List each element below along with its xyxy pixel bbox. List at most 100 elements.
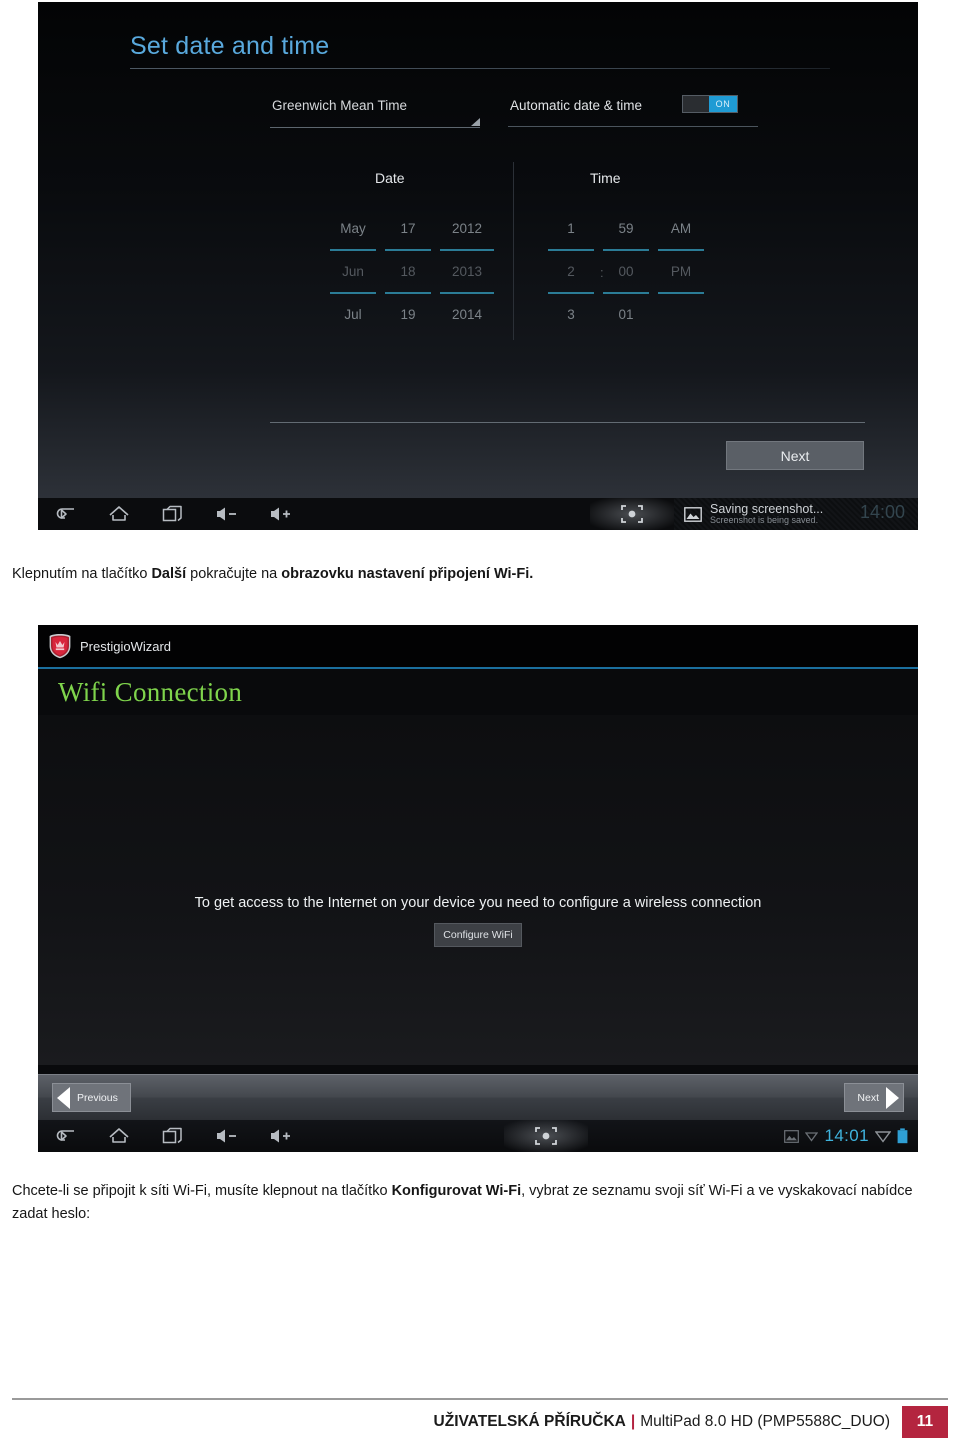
wheel-item[interactable]: 2013 bbox=[440, 251, 494, 292]
volume-up-icon[interactable] bbox=[254, 1120, 308, 1152]
caption-after-date-screenshot: Klepnutím na tlačítko Další pokračujte n… bbox=[12, 563, 942, 586]
wheel-item[interactable]: AM bbox=[658, 208, 704, 249]
page-footer: UŽIVATELSKÁ PŘÍRUČKA | MultiPad 8.0 HD (… bbox=[434, 1406, 948, 1438]
wizard-app-name: PrestigioWizard bbox=[80, 638, 172, 654]
wifi-connection-heading: Wifi Connection bbox=[58, 677, 243, 707]
wizard-footer-bar: Previous Next bbox=[38, 1074, 918, 1120]
volume-down-icon[interactable] bbox=[200, 498, 254, 530]
previous-button-label: Previous bbox=[77, 1091, 118, 1104]
screenshot-saving-toast[interactable]: Saving screenshot... Screenshot is being… bbox=[674, 498, 918, 530]
home-icon[interactable] bbox=[92, 1120, 146, 1152]
toggle-state-label: ON bbox=[708, 96, 737, 112]
content-divider bbox=[270, 422, 865, 423]
next-button[interactable]: Next bbox=[726, 441, 864, 470]
caption-after-wifi-screenshot: Chcete-li se připojit k síti Wi-Fi, musí… bbox=[12, 1180, 950, 1227]
wheel-item[interactable]: Jun bbox=[330, 251, 376, 292]
back-arrow-icon[interactable] bbox=[38, 1120, 92, 1152]
wheel-item[interactable]: 18 bbox=[385, 251, 431, 292]
triangle-left-icon bbox=[57, 1086, 70, 1109]
status-clock-faded: 14:00 bbox=[860, 502, 906, 522]
volume-down-icon[interactable] bbox=[200, 1120, 254, 1152]
wheel-item[interactable]: 1 bbox=[548, 208, 594, 249]
wheel-item[interactable]: 59 bbox=[603, 208, 649, 249]
wifi-small-icon bbox=[805, 1132, 819, 1142]
toast-text-block: Saving screenshot... Screenshot is being… bbox=[710, 501, 824, 526]
toggle-track-off bbox=[683, 96, 709, 112]
wheel-item[interactable]: Jul bbox=[330, 294, 376, 335]
manual-page: Set date and time Greenwich Mean Time Au… bbox=[0, 0, 960, 1443]
wheel-item[interactable]: 3 bbox=[548, 294, 594, 335]
title-divider bbox=[130, 68, 830, 69]
screenshot-wifi-connection: PrestigioWizard Wifi Connection To get a… bbox=[38, 625, 918, 1152]
image-icon bbox=[784, 1129, 800, 1143]
android-navigation-bar: 14:01 bbox=[38, 1120, 918, 1152]
automatic-date-time-row[interactable]: Automatic date & time ON bbox=[508, 95, 758, 127]
caption2-part1: Chcete-li se připojit k síti Wi-Fi, musí… bbox=[12, 1183, 392, 1199]
next-button[interactable]: Next bbox=[844, 1083, 904, 1112]
meridiem-wheel[interactable]: AM PM bbox=[658, 208, 704, 335]
wheel-item[interactable] bbox=[658, 294, 704, 335]
year-wheel[interactable]: 2012 2013 2014 bbox=[440, 208, 494, 335]
wheel-item[interactable]: 2014 bbox=[440, 294, 494, 335]
caption2-bold1: Konfigurovat Wi-Fi bbox=[391, 1183, 522, 1199]
caption1-bold2: obrazovku nastavení připojení Wi-Fi. bbox=[281, 566, 534, 582]
picker-divider bbox=[513, 162, 514, 340]
automatic-date-time-toggle[interactable]: ON bbox=[682, 95, 738, 113]
wheel-item[interactable]: May bbox=[330, 208, 376, 249]
status-clock: 14:01 bbox=[824, 1126, 870, 1145]
hour-wheel[interactable]: 1 2 3 bbox=[548, 208, 594, 335]
page-title: Set date and time bbox=[130, 32, 330, 60]
volume-up-icon[interactable] bbox=[254, 498, 308, 530]
timezone-value: Greenwich Mean Time bbox=[272, 98, 408, 113]
caption1-part1: Klepnutím na tlačítko bbox=[12, 566, 152, 582]
battery-icon bbox=[897, 1128, 908, 1144]
image-icon bbox=[684, 506, 702, 522]
page-number-badge: 11 bbox=[902, 1406, 948, 1438]
screenshot-set-date-and-time: Set date and time Greenwich Mean Time Au… bbox=[38, 2, 918, 530]
recent-apps-icon[interactable] bbox=[146, 498, 200, 530]
month-wheel[interactable]: May Jun Jul bbox=[330, 208, 376, 335]
wheel-item[interactable]: 2012 bbox=[440, 208, 494, 249]
footer-manual-label: UŽIVATELSKÁ PŘÍRUČKA bbox=[433, 1413, 626, 1430]
home-icon[interactable] bbox=[92, 498, 146, 530]
recent-apps-icon[interactable] bbox=[146, 1120, 200, 1152]
wheel-item[interactable]: PM bbox=[658, 251, 704, 292]
day-wheel[interactable]: 17 18 19 bbox=[385, 208, 431, 335]
automatic-date-time-label: Automatic date & time bbox=[510, 98, 643, 113]
screenshot-capture-icon[interactable] bbox=[590, 498, 674, 530]
title-bar-accent-rule bbox=[38, 667, 918, 669]
chevron-down-icon bbox=[471, 118, 480, 126]
minute-wheel[interactable]: 59 00 01 bbox=[603, 208, 649, 335]
wheel-item[interactable]: 01 bbox=[603, 294, 649, 335]
time-column-header: Time bbox=[590, 170, 621, 186]
wheel-item[interactable]: 19 bbox=[385, 294, 431, 335]
wifi-signal-icon bbox=[875, 1131, 892, 1143]
wheel-item[interactable]: 17 bbox=[385, 208, 431, 249]
wheel-item[interactable]: 2 bbox=[548, 251, 594, 292]
wheel-item[interactable]: 00 bbox=[603, 251, 649, 292]
date-column-header: Date bbox=[375, 170, 405, 186]
wizard-title-bar: PrestigioWizard bbox=[38, 625, 918, 667]
toast-title: Saving screenshot... bbox=[710, 501, 824, 516]
timezone-underline bbox=[270, 127, 480, 128]
back-arrow-icon[interactable] bbox=[38, 498, 92, 530]
configure-wifi-button[interactable]: Configure WiFi bbox=[434, 923, 522, 947]
prestigio-shield-logo-icon bbox=[49, 634, 71, 659]
caption1-bold1: Další bbox=[151, 566, 187, 582]
caption1-part2: pokračujte na bbox=[186, 566, 282, 582]
toast-subtitle: Screenshot is being saved. bbox=[710, 514, 819, 525]
wizard-body: To get access to the Internet on your de… bbox=[38, 715, 918, 1065]
status-bar-right: 14:01 bbox=[784, 1126, 918, 1146]
footer-divider bbox=[12, 1398, 948, 1400]
screenshot-capture-icon[interactable] bbox=[504, 1120, 589, 1152]
date-time-picker: Date Time May Jun Jul 17 18 19 2012 2013… bbox=[270, 162, 740, 342]
footer-separator: | bbox=[630, 1413, 636, 1430]
footer-device-label: MultiPad 8.0 HD (PMP5588C_DUO) bbox=[640, 1413, 890, 1430]
next-button-label: Next bbox=[857, 1091, 879, 1104]
footer-text: UŽIVATELSKÁ PŘÍRUČKA | MultiPad 8.0 HD (… bbox=[434, 1406, 902, 1438]
wifi-description: To get access to the Internet on your de… bbox=[194, 895, 762, 911]
automatic-underline bbox=[508, 126, 758, 127]
triangle-right-icon bbox=[886, 1086, 899, 1109]
timezone-dropdown[interactable]: Greenwich Mean Time bbox=[270, 98, 480, 128]
previous-button[interactable]: Previous bbox=[52, 1083, 131, 1112]
